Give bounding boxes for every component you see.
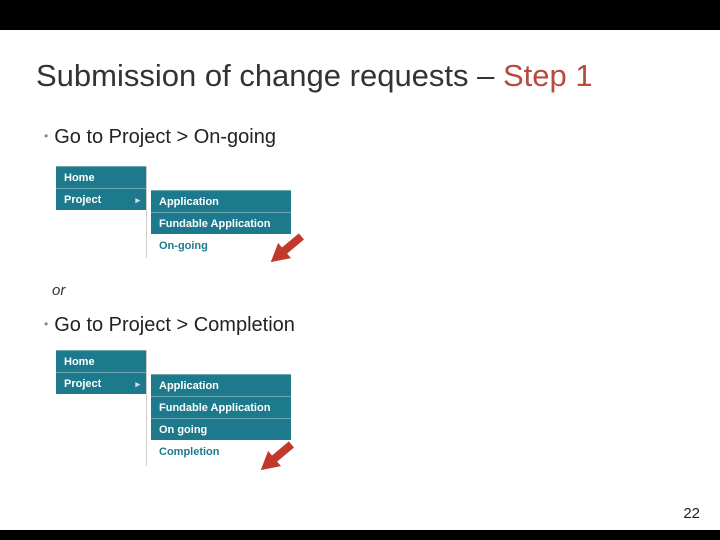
menu1-left-home[interactable]: Home: [56, 166, 146, 188]
menu1-left-project[interactable]: Project ▸: [56, 188, 146, 210]
bullet-2-text: Go to Project > Completion: [54, 314, 295, 336]
menu-screenshot-1: Home Project ▸ Application Fundable Appl…: [56, 166, 296, 258]
chevron-right-icon: ▸: [135, 373, 140, 395]
menu2-left-project[interactable]: Project ▸: [56, 372, 146, 394]
title-accent: Step 1: [503, 58, 593, 93]
pointer-arrow-icon: [252, 438, 312, 484]
menu-label: Application: [159, 196, 219, 208]
slide: Submission of change requests – Step 1 •…: [0, 30, 720, 530]
page-number: 22: [683, 505, 700, 522]
chevron-right-icon: ▸: [135, 189, 140, 211]
menu1-left-col: Home Project ▸: [56, 166, 146, 210]
pointer-arrow-icon: [262, 230, 322, 276]
menu2-right-application[interactable]: Application: [151, 374, 291, 396]
or-label: or: [52, 282, 65, 299]
title-main: Submission of change requests –: [36, 58, 503, 93]
bullet-1-text: Go to Project > On-going: [54, 126, 276, 148]
bullet-dot-icon: •: [44, 317, 48, 331]
bullet-2: • Go to Project > Completion: [44, 314, 295, 337]
menu-label: On going: [159, 424, 207, 436]
menu-label: Fundable Application: [159, 402, 270, 414]
menu-label: Home: [64, 172, 95, 184]
menu-label: Home: [64, 356, 95, 368]
menu-divider: [146, 166, 147, 258]
menu-label: Completion: [159, 446, 220, 458]
bullet-dot-icon: •: [44, 129, 48, 143]
menu-label: Project: [64, 194, 101, 206]
menu2-left-col: Home Project ▸: [56, 350, 146, 394]
menu-label: Project: [64, 378, 101, 390]
menu2-right-fundable[interactable]: Fundable Application: [151, 396, 291, 418]
menu1-right-application[interactable]: Application: [151, 190, 291, 212]
menu-label: Fundable Application: [159, 218, 270, 230]
menu-label: Application: [159, 380, 219, 392]
menu2-left-home[interactable]: Home: [56, 350, 146, 372]
menu-divider: [146, 350, 147, 466]
menu2-right-ongoing[interactable]: On going: [151, 418, 291, 440]
bullet-1: • Go to Project > On-going: [44, 126, 276, 149]
menu-label: On-going: [159, 240, 208, 252]
slide-title: Submission of change requests – Step 1: [36, 58, 593, 94]
